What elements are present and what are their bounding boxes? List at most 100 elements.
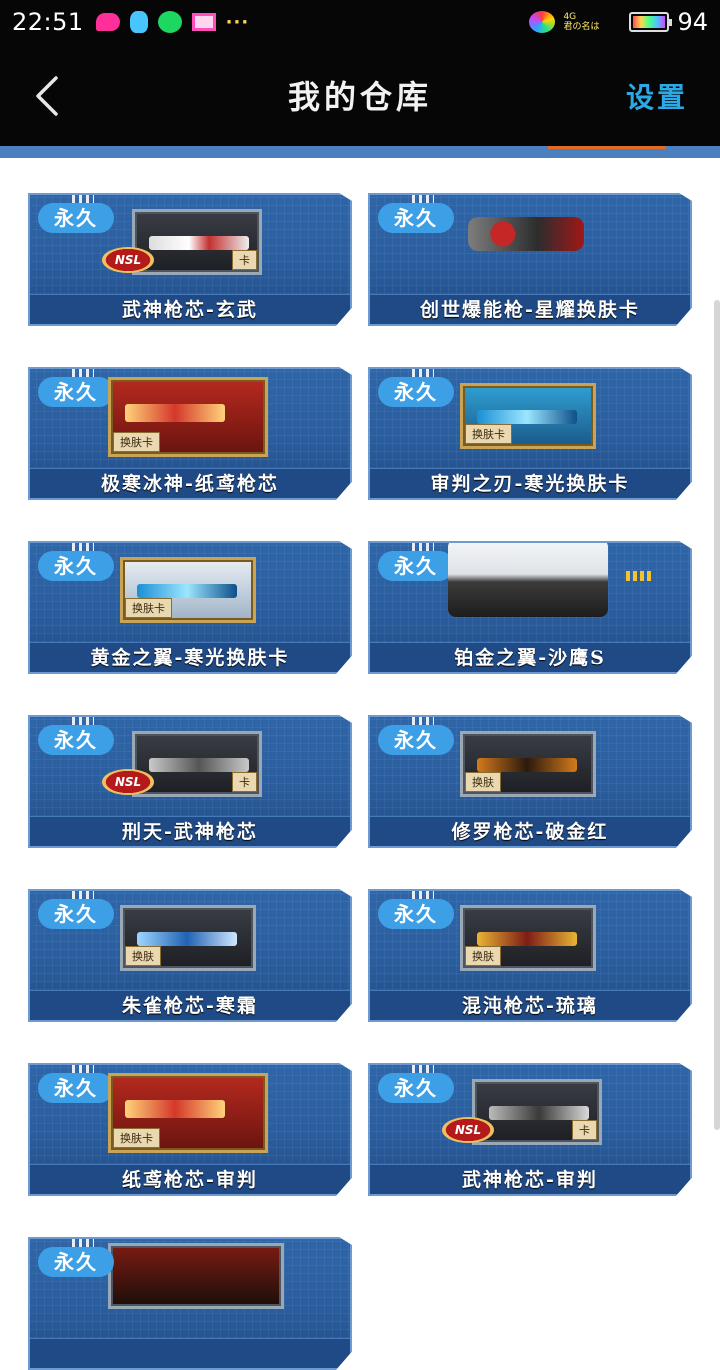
carrier-info: 4G 君の名は (563, 12, 621, 32)
settings-button[interactable]: 设置 (626, 76, 688, 116)
item-thumbnail: 换肤卡 (460, 383, 596, 449)
weapon-image (477, 932, 577, 946)
item-name: 黄金之翼-寒光换肤卡 (90, 647, 290, 669)
skin-card-label: 换肤 (465, 946, 501, 966)
weapon-image (125, 404, 225, 422)
item-card[interactable]: 永久 换肤卡 纸鸢枪芯-审判 (28, 1063, 352, 1196)
qq-icon (129, 11, 148, 33)
wechat-icon (157, 11, 182, 33)
card-tick-decoration (72, 889, 94, 899)
weapon-image (137, 932, 237, 946)
card-tick-decoration (72, 715, 94, 725)
permanent-badge: 永久 (38, 899, 114, 929)
item-thumbnail: 换肤 (460, 905, 596, 971)
skin-card-label: 换肤卡 (113, 432, 160, 452)
card-tick-decoration (412, 541, 434, 551)
weapon-image (125, 1100, 225, 1118)
item-thumbnail: 换肤 (460, 731, 596, 797)
status-right: 4G 君の名は 94 (529, 8, 708, 36)
permanent-badge: 永久 (378, 1073, 454, 1103)
weapon-image (149, 758, 249, 772)
item-card[interactable]: 永久 创世爆能枪-星耀换肤卡 (368, 193, 692, 326)
nsl-emblem-icon: NSL (102, 769, 154, 795)
skin-card-label: 卡 (232, 772, 257, 792)
permanent-badge: 永久 (38, 725, 114, 755)
permanent-badge: 永久 (38, 377, 114, 407)
permanent-badge: 永久 (38, 1073, 114, 1103)
card-tick-decoration (72, 367, 94, 377)
permanent-badge: 永久 (378, 203, 454, 233)
permanent-badge: 永久 (38, 1247, 114, 1277)
weapon-image (477, 410, 577, 424)
battery-icon (629, 12, 673, 32)
card-tick-decoration (412, 193, 434, 203)
item-card[interactable]: 永久 卡 NSL 刑天-武神枪芯 (28, 715, 352, 848)
item-thumbnail: 换肤卡 (108, 377, 268, 457)
skin-card-label: 换肤卡 (125, 598, 172, 618)
carrier-name: 君の名は (563, 22, 600, 32)
card-tick-decoration (72, 541, 94, 551)
nsl-emblem-icon: NSL (102, 247, 154, 273)
item-name: 刑天-武神枪芯 (122, 821, 258, 843)
status-bar: 22:51 ··· 4G 君の名は 94 (0, 0, 720, 44)
item-thumbnail: 换肤卡 (108, 1073, 268, 1153)
skin-card-label: 换肤卡 (465, 424, 512, 444)
skin-card-label: 卡 (232, 250, 257, 270)
item-card[interactable]: 永久 换肤卡 黄金之翼-寒光换肤卡 (28, 541, 352, 674)
permanent-badge: 永久 (378, 551, 454, 581)
back-button[interactable] (28, 74, 68, 118)
item-name: 铂金之翼-沙鹰S (454, 647, 606, 669)
item-name: 武神枪芯-玄武 (122, 299, 258, 321)
item-thumbnail: 换肤卡 (120, 557, 256, 623)
wifi-icon (529, 11, 556, 33)
item-name: 朱雀枪芯-寒霜 (122, 995, 258, 1017)
item-name: 纸鸢枪芯-审判 (122, 1169, 258, 1191)
weapon-image (468, 217, 584, 251)
card-tick-decoration (412, 1063, 434, 1073)
card-tick-decoration (412, 889, 434, 899)
card-tick-decoration (72, 1237, 94, 1247)
item-name: 修罗枪芯-破金红 (451, 821, 609, 843)
card-tick-decoration (412, 715, 434, 725)
item-card[interactable]: 永久 换肤 朱雀枪芯-寒霜 (28, 889, 352, 1022)
weapon-image (477, 758, 577, 772)
skin-card-label: 卡 (572, 1120, 597, 1140)
permanent-badge: 永久 (378, 899, 454, 929)
weapon-image (489, 1106, 589, 1120)
page-title: 我的仓库 (287, 78, 432, 116)
permanent-badge: 永久 (38, 551, 114, 581)
title-bar: 我的仓库 设置 (0, 44, 720, 146)
message-bubble-icon (95, 13, 120, 31)
status-time: 22:51 (12, 8, 84, 36)
skin-card-label: 换肤 (465, 772, 501, 792)
network-type: 4G (563, 12, 577, 22)
item-card[interactable]: 永久 铂金之翼-沙鹰S (368, 541, 692, 674)
card-tick-decoration (412, 367, 434, 377)
nsl-emblem-icon: NSL (442, 1117, 494, 1143)
item-card[interactable]: 永久 (28, 1237, 352, 1370)
item-card[interactable]: 永久 换肤卡 极寒冰神-纸鸢枪芯 (28, 367, 352, 500)
item-card[interactable]: 永久 卡 NSL 武神枪芯-玄武 (28, 193, 352, 326)
case-light-decoration (626, 571, 652, 581)
name-bar (28, 1338, 352, 1370)
permanent-badge: 永久 (378, 377, 454, 407)
skin-card-label: 换肤 (125, 946, 161, 966)
weapon-image (149, 236, 249, 250)
scrollbar[interactable] (714, 300, 720, 1130)
image-icon (191, 13, 216, 31)
item-name: 审判之刃-寒光换肤卡 (430, 473, 630, 495)
item-name: 混沌枪芯-琉璃 (462, 995, 598, 1017)
item-thumbnail: 换肤 (120, 905, 256, 971)
permanent-badge: 永久 (378, 725, 454, 755)
item-name: 创世爆能枪-星耀换肤卡 (420, 299, 640, 321)
notification-icons: ··· (95, 11, 250, 33)
item-card[interactable]: 永久 换肤 混沌枪芯-琉璃 (368, 889, 692, 1022)
card-tick-decoration (72, 193, 94, 203)
permanent-badge: 永久 (38, 203, 114, 233)
more-notifications-icon: ··· (225, 11, 250, 33)
item-name: 极寒冰神-纸鸢枪芯 (101, 473, 279, 495)
item-card[interactable]: 永久 换肤卡 审判之刃-寒光换肤卡 (368, 367, 692, 500)
item-card[interactable]: 永久 卡 NSL 武神枪芯-审判 (368, 1063, 692, 1196)
item-card[interactable]: 永久 换肤 修罗枪芯-破金红 (368, 715, 692, 848)
battery-level: 94 (677, 8, 708, 36)
